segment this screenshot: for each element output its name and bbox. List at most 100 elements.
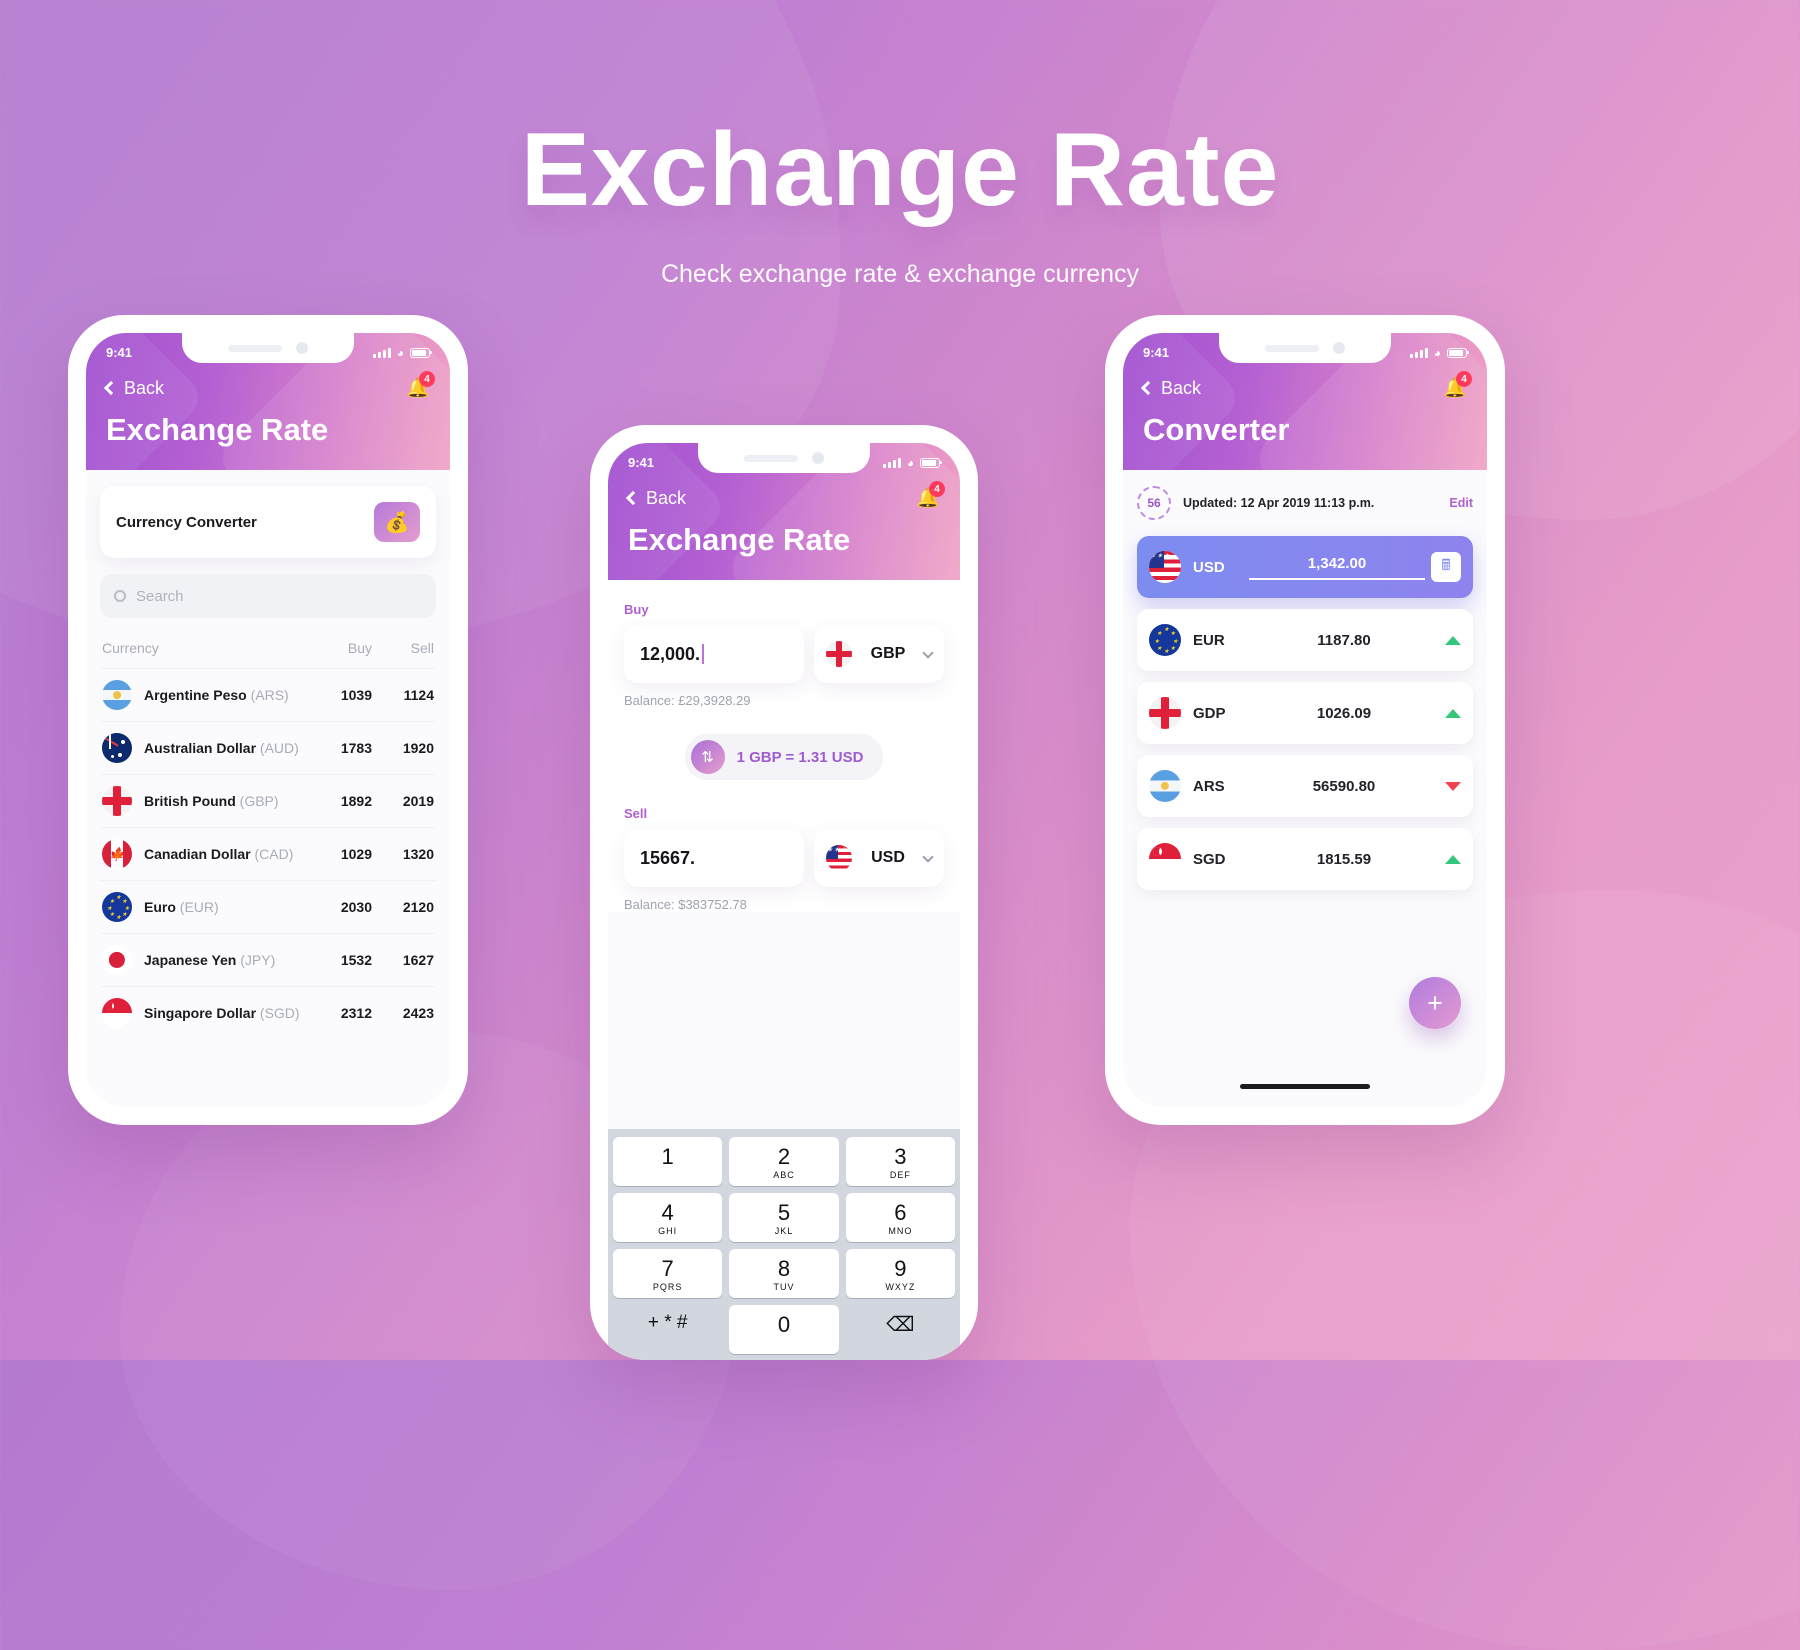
converter-value: 1815.59 (1316, 850, 1372, 868)
currency-name: Australian Dollar (144, 740, 257, 756)
back-button[interactable]: Back (103, 377, 165, 399)
converter-row-gdp[interactable]: GDP 1026.09 (1137, 682, 1473, 744)
converter-row-ars[interactable]: ARS 56590.80 (1137, 755, 1473, 817)
numeric-keypad: 1 2 ABC 3 DEF 4 GHI 5 JKL 6 MNO 7 PQRS 8… (608, 1129, 960, 1360)
key-0[interactable]: 0 (729, 1305, 839, 1354)
key-1[interactable]: 1 (613, 1137, 723, 1186)
phone-exchange-rate-convert: 9:41 ◕ Back 🔔 4 Exchange Rate Buy 12,000… (590, 425, 978, 1360)
key-7[interactable]: 7 PQRS (613, 1249, 723, 1298)
edit-button[interactable]: Edit (1449, 496, 1473, 510)
sell-currency-select[interactable]: USD (814, 829, 944, 887)
back-label: Back (124, 377, 165, 398)
row-currency: Euro (EUR) (144, 899, 310, 915)
converter-value-input[interactable]: 1,342.00 (1249, 555, 1425, 580)
key-6-number: 6 (894, 1200, 907, 1225)
table-row[interactable]: Japanese Yen (JPY) 1532 1627 (100, 933, 436, 986)
search-input[interactable]: Search (100, 574, 436, 618)
row-sell: 2019 (402, 793, 434, 809)
converter-value: 56590.80 (1312, 777, 1376, 795)
rate-pill[interactable]: ⇅ 1 GBP = 1.31 USD (684, 734, 884, 780)
updated-text: Updated: 12 Apr 2019 11:13 p.m. (1183, 496, 1375, 510)
back-label: Back (646, 487, 687, 508)
key-8[interactable]: 8 TUV (729, 1249, 839, 1298)
wifi-icon: ◕ (396, 345, 404, 360)
calculator-icon[interactable]: 🖩 (1431, 552, 1461, 582)
currency-name: Japanese Yen (144, 952, 237, 968)
currency-code: (AUD) (259, 740, 299, 756)
add-currency-button[interactable]: + (1409, 977, 1461, 1029)
notifications-button[interactable]: 🔔 4 (916, 481, 945, 510)
buy-currency-select[interactable]: GBP (814, 625, 944, 683)
key-9[interactable]: 9 WXYZ (845, 1249, 955, 1298)
converter-row-sgd[interactable]: SGD 1815.59 (1137, 828, 1473, 890)
phone3-notch (1219, 333, 1391, 363)
converter-row-usd[interactable]: USD 1,342.00 🖩 (1137, 536, 1473, 598)
cad-flag-icon: 🍁 (102, 839, 132, 869)
table-row[interactable]: 🍁 Canadian Dollar (CAD) 1029 1320 (100, 827, 436, 880)
key-5-letters: JKL (774, 1226, 794, 1236)
key-2[interactable]: 2 ABC (729, 1137, 839, 1186)
gbp-flag-icon (1149, 697, 1181, 729)
currency-converter-card[interactable]: Currency Converter 💰 (100, 486, 436, 558)
table-row[interactable]: Argentine Peso (ARS) 1039 1124 (100, 668, 436, 721)
key-0-number: 0 (777, 1312, 791, 1337)
buy-row: 12,000. GBP (624, 625, 944, 683)
usd-flag-icon (1149, 551, 1181, 583)
swap-icon[interactable]: ⇅ (690, 740, 725, 774)
key-3-letters: DEF (889, 1170, 911, 1180)
battery-icon (1447, 347, 1469, 358)
sell-row: 15667. USD (624, 829, 944, 887)
row-buy: 1029 (340, 846, 372, 862)
key-symbols[interactable]: + * # (613, 1305, 722, 1354)
text-caret (702, 644, 705, 664)
speaker-icon (228, 344, 282, 352)
table-row[interactable]: ★ ★ ★ ★ ★ ★ ★ ★ Euro (EUR) 2030 2120 (100, 880, 436, 933)
key-4-letters: GHI (658, 1226, 678, 1236)
key-4[interactable]: 4 GHI (613, 1193, 723, 1242)
currency-table: Currency Buy Sell Argentine Peso (ARS) 1… (100, 630, 436, 1039)
table-row[interactable]: Singapore Dollar (SGD) 2312 2423 (100, 986, 436, 1039)
table-row[interactable]: British Pound (GBP) 1892 2019 (100, 774, 436, 827)
key-1-number: 1 (661, 1144, 674, 1169)
phone2-page-title: Exchange Rate (628, 522, 851, 557)
key-0-sub (729, 1338, 838, 1348)
key-2-letters: ABC (773, 1170, 795, 1180)
notifications-button[interactable]: 🔔 4 (1443, 371, 1472, 400)
refresh-counter[interactable]: 56 (1137, 486, 1171, 520)
buy-balance: Balance: £29,3928.29 (624, 693, 751, 708)
notifications-button[interactable]: 🔔 4 (406, 371, 435, 400)
row-currency: British Pound (GBP) (144, 793, 310, 809)
key-2-number: 2 (777, 1144, 791, 1169)
back-button[interactable]: Back (1140, 378, 1201, 399)
phone2-navbar: Back 🔔 4 (625, 481, 945, 510)
ars-flag-icon (1149, 770, 1181, 802)
converter-value: 1187.80 (1317, 631, 1371, 649)
row-buy: 1783 (340, 740, 372, 756)
sell-amount-input[interactable]: 15667. (624, 829, 804, 887)
buy-amount-input[interactable]: 12,000. (624, 625, 804, 683)
key-backspace[interactable]: ⌫ (846, 1305, 955, 1354)
phone1-notch (182, 333, 354, 363)
row-buy: 2312 (340, 1005, 372, 1021)
key-5[interactable]: 5 JKL (729, 1193, 839, 1242)
eur-flag-icon: ★ ★ ★ ★ ★ ★ ★ ★ (1149, 624, 1181, 656)
converter-row-eur[interactable]: ★ ★ ★ ★ ★ ★ ★ ★ EUR 1187.80 (1137, 609, 1473, 671)
buy-label: Buy (624, 602, 649, 617)
rate-display: ⇅ 1 GBP = 1.31 USD (624, 734, 944, 780)
column-sell: Sell (410, 640, 434, 656)
trend-up-icon (1445, 635, 1461, 645)
gbp-flag-icon (826, 641, 852, 667)
back-button[interactable]: Back (625, 487, 687, 509)
notification-badge: 4 (929, 481, 945, 497)
table-row[interactable]: Australian Dollar (AUD) 1783 1920 (100, 721, 436, 774)
phone3-navbar: Back 🔔 4 (1140, 371, 1472, 400)
key-6[interactable]: 6 MNO (845, 1193, 955, 1242)
row-sell: 1320 (402, 846, 434, 862)
status-time: 9:41 (628, 455, 655, 470)
column-buy: Buy (347, 640, 372, 656)
row-currency: Singapore Dollar (SGD) (144, 1005, 310, 1021)
status-indicators: ◕ (372, 345, 432, 360)
camera-icon (812, 452, 824, 464)
key-3[interactable]: 3 DEF (845, 1137, 955, 1186)
currency-name: Argentine Peso (144, 687, 247, 703)
